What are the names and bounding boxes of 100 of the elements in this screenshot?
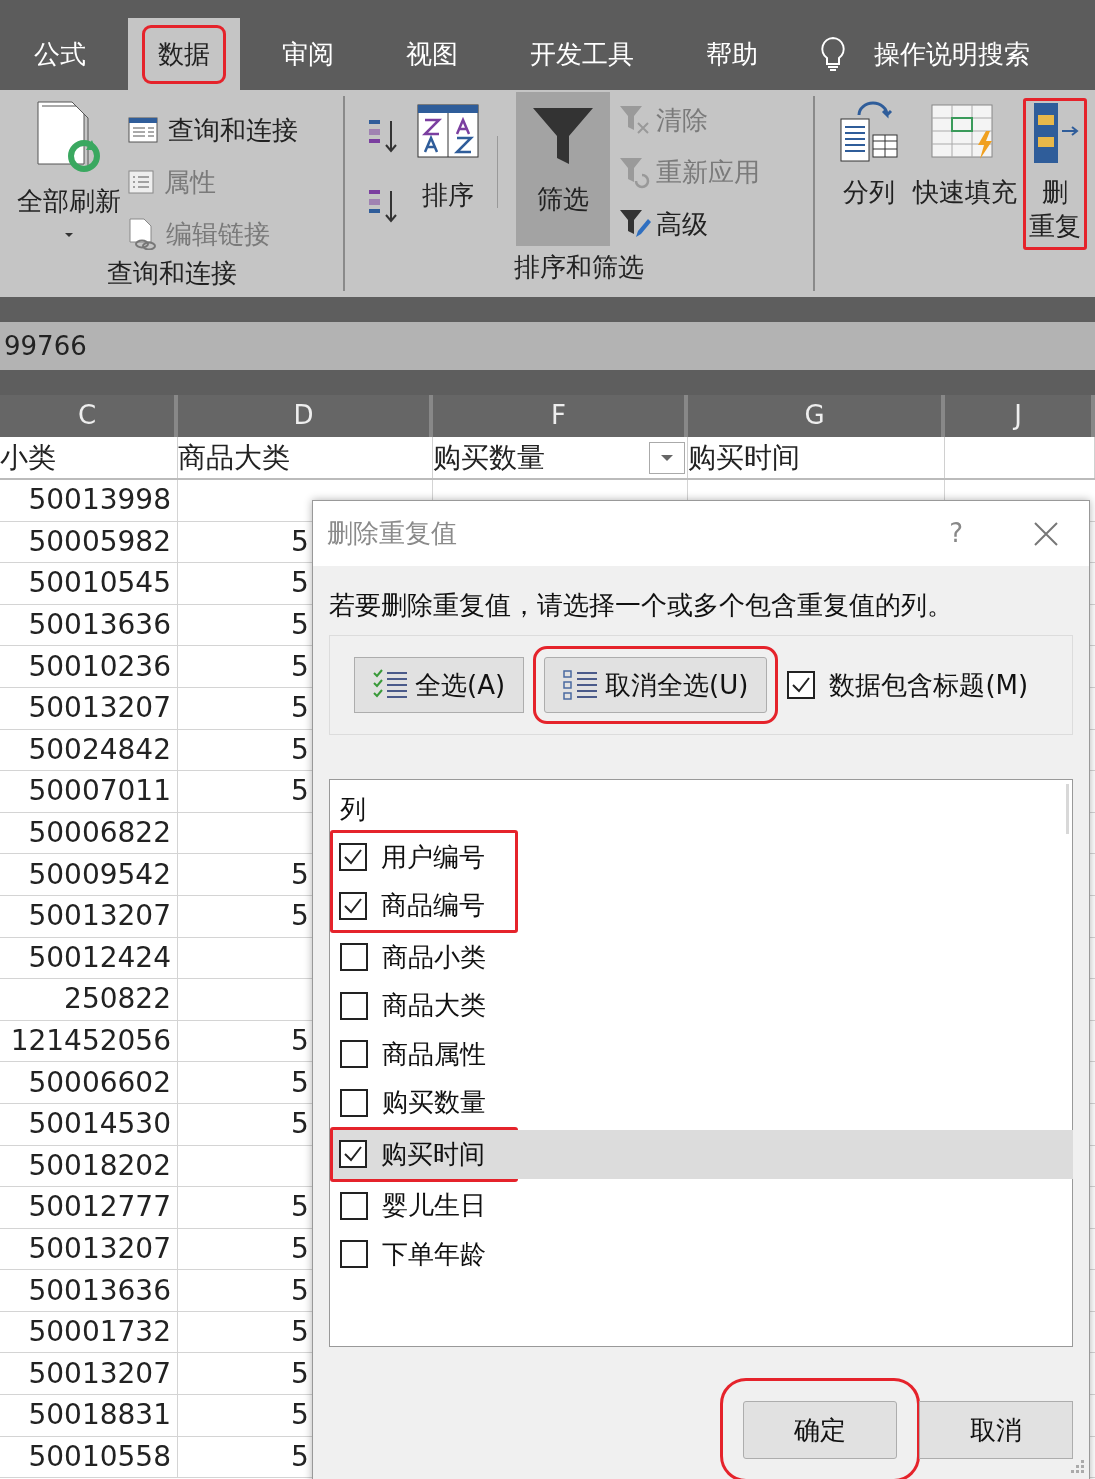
table-cell-text: 50010545 (28, 565, 171, 602)
table-cell-text: 50018202 (28, 1147, 171, 1184)
table-cell-text: 50013207 (28, 690, 171, 727)
list-header: 列 (340, 793, 366, 826)
caret-down-icon (660, 453, 674, 462)
cell-text: 5 (291, 1314, 309, 1351)
ribbon-tab[interactable]: 开发工具 (500, 18, 664, 90)
table-cell-text: 50018831 (28, 1397, 171, 1434)
lightbulb-icon (820, 36, 846, 72)
checkbox[interactable] (339, 843, 367, 872)
table-cell-text: 50013207 (28, 1355, 171, 1392)
checkbox[interactable] (340, 991, 368, 1020)
button-label: 快速填充 (913, 176, 1017, 209)
cell-text: 5 (291, 898, 309, 935)
formula-bar[interactable]: 99766 (0, 322, 1095, 370)
checkbox[interactable] (340, 1191, 368, 1220)
instruction-text: 若要删除重复值，请选择一个或多个包含重复值的列。 (329, 589, 954, 622)
ribbon-tab[interactable]: 公式 (4, 18, 116, 90)
cell-text: 5 (291, 1106, 309, 1143)
column-list-item[interactable]: 购买数量 (334, 1078, 1074, 1127)
table-cell-text: 50006822 (28, 815, 171, 852)
checkbox[interactable] (340, 1240, 368, 1269)
header-text: 小类 (0, 439, 56, 476)
checkbox[interactable] (340, 1088, 368, 1117)
table-cell-text: 50006602 (28, 1064, 171, 1101)
ribbon-tab[interactable]: 视图 (376, 18, 488, 90)
ribbon-tab[interactable]: 数据 (128, 18, 240, 90)
checkbox[interactable] (340, 1040, 368, 1069)
dialog-title: 删除重复值 (327, 517, 458, 550)
column-list-item[interactable]: 商品小类 (334, 933, 1074, 982)
cell-text: 5 (291, 731, 309, 768)
cell-text: 5 (291, 690, 309, 727)
dialog-button[interactable]: 取消 (919, 1401, 1073, 1459)
resize-grip-icon[interactable] (1069, 1458, 1085, 1474)
checklist-icon (373, 669, 409, 701)
header-text: 购买时间 (687, 439, 800, 476)
column-list-item[interactable]: 用户编号 (333, 833, 1073, 882)
table-cell-text: 50014530 (28, 1106, 171, 1143)
cell-text: 5 (291, 1438, 309, 1475)
filter-button[interactable]: 筛选 (516, 92, 610, 246)
table-cell-text: 50013207 (28, 1231, 171, 1267)
ribbon-large-button[interactable]: 删 重复 (1023, 98, 1087, 250)
sort-button[interactable]: 排序 (417, 96, 479, 248)
empty-checklist-icon (563, 669, 600, 701)
table-cell-text: 50013998 (28, 482, 171, 519)
cell-text: 5 (291, 1397, 309, 1434)
ribbon-small-button[interactable]: 高级 (618, 204, 760, 244)
refresh-all-button[interactable]: 全部刷新 (10, 100, 128, 254)
column-list-item[interactable]: 婴儿生日 (334, 1181, 1074, 1230)
formula-value: 99766 (4, 329, 87, 363)
ribbon-tab[interactable]: 审阅 (252, 18, 364, 90)
help-button[interactable]: ? (949, 514, 963, 553)
ribbon-tab[interactable]: 操作说明搜索 (800, 18, 1060, 90)
funnel-arrows-icon (618, 155, 652, 189)
cell-text: 5 (291, 648, 309, 685)
list-icon (128, 170, 154, 194)
filter-dropdown-button[interactable] (649, 441, 685, 474)
column-header[interactable]: F (433, 395, 688, 437)
table-cell-text: 50007011 (28, 773, 171, 810)
table-cell-text: 50009542 (28, 856, 171, 893)
table-cell-text: 50024842 (28, 731, 171, 768)
ribbon-tab[interactable]: 帮助 (676, 18, 788, 90)
ribbon-large-button[interactable]: 分列 (831, 98, 907, 216)
checkbox[interactable] (787, 671, 816, 699)
table-window-icon (128, 117, 158, 143)
ribbon-small-button[interactable]: 查询和连接 (128, 110, 298, 150)
cell-text: 5 (291, 1272, 309, 1309)
column-list-item[interactable]: 商品编号 (333, 881, 1073, 930)
select-all-button[interactable]: 全选(A) (354, 657, 525, 713)
column-list-item[interactable]: 购买时间 (333, 1130, 1073, 1179)
column-header[interactable]: G (688, 395, 945, 437)
cell-text: 5 (291, 856, 309, 893)
dialog-button[interactable]: 确定 (743, 1401, 897, 1459)
ribbon-large-button[interactable]: 快速填充 (907, 98, 1023, 216)
group-label: 查询和连接 (106, 257, 237, 290)
cell-text: 5 (291, 607, 309, 644)
checkbox[interactable] (339, 891, 367, 920)
table-cell-text: 50013636 (28, 1272, 171, 1309)
column-list-item[interactable]: 商品属性 (334, 1030, 1074, 1079)
column-header[interactable]: C (0, 395, 178, 437)
table-cell-text: 50005982 (28, 523, 171, 560)
column-header[interactable]: J (945, 395, 1095, 437)
group-label: 排序和筛选 (514, 251, 644, 284)
table-cell-text: 50001732 (28, 1314, 171, 1351)
close-icon[interactable] (1033, 520, 1059, 547)
text-to-columns-icon (837, 101, 901, 165)
table-cell-text: 121452056 (10, 1023, 171, 1059)
table-cell-text: 50013207 (28, 898, 171, 935)
table-cell-text: 250822 (64, 981, 171, 1018)
scrollbar[interactable] (1066, 784, 1069, 834)
column-list-item[interactable]: 商品大类 (334, 981, 1074, 1030)
button-label: 分列 (843, 176, 895, 209)
checkbox[interactable] (340, 943, 368, 972)
table-cell-text: 50010236 (28, 648, 171, 685)
checkbox[interactable] (339, 1140, 367, 1169)
column-header[interactable]: D (178, 395, 433, 437)
column-list-item[interactable]: 下单年龄 (334, 1230, 1074, 1279)
table-cell-text: 50010558 (28, 1438, 171, 1475)
document-link-icon (128, 218, 156, 250)
checkbox-label: 数据包含标题(M) (829, 668, 1029, 702)
